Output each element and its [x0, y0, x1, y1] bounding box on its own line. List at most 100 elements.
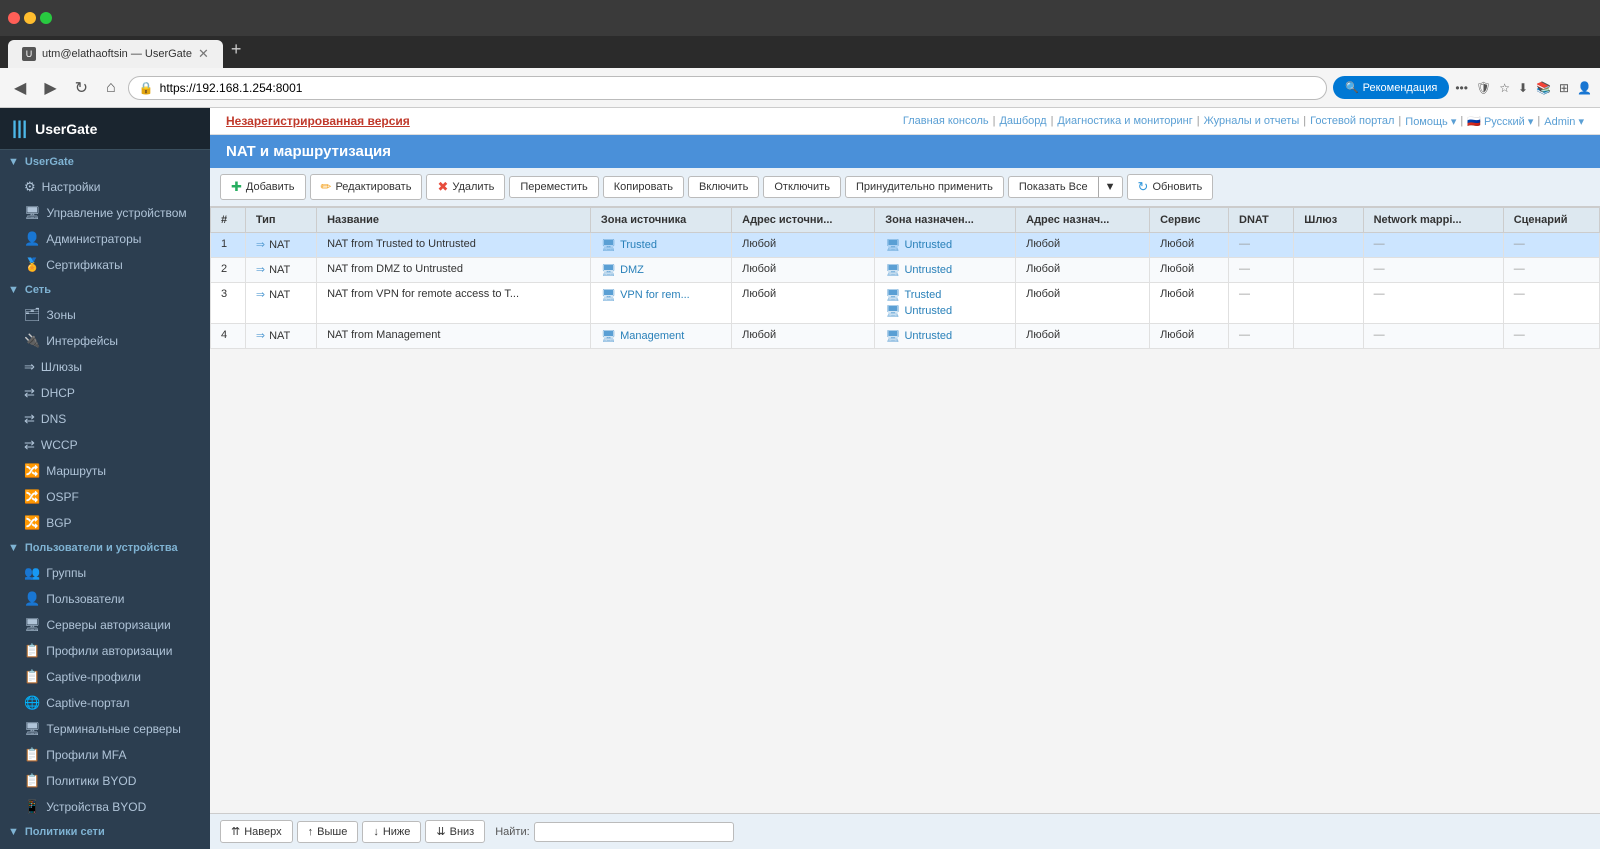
star-icon[interactable]: ☆ — [1499, 81, 1510, 95]
nav-guest-portal[interactable]: Гостевой портал — [1310, 115, 1394, 127]
mfa-icon: 📋 — [24, 747, 40, 763]
table-row[interactable]: 2 ⇒ NAT NAT from DMZ to Untrusted 🖥 DMZ — [211, 258, 1600, 283]
back-button[interactable]: ◀ — [8, 74, 32, 102]
enable-button[interactable]: Включить — [688, 176, 759, 198]
sidebar-item-mfa-profiles[interactable]: 📋 Профили MFA — [0, 742, 210, 768]
sidebar-item-byod-policies[interactable]: 📋 Политики BYOD — [0, 768, 210, 794]
cell-src-addr: Любой — [732, 258, 875, 283]
force-apply-button[interactable]: Принудительно применить — [845, 176, 1004, 198]
table-row[interactable]: 4 ⇒ NAT NAT from Management 🖥 Managemen — [211, 324, 1600, 349]
unregistered-label[interactable]: Незарегистрированная версия — [226, 114, 410, 128]
sidebar-item-ospf[interactable]: 🔀 OSPF — [0, 484, 210, 510]
sidebar-item-bgp[interactable]: 🔀 BGP — [0, 510, 210, 536]
new-tab-button[interactable]: + — [223, 35, 250, 64]
cell-src-zone: 🖥 Management — [590, 324, 731, 349]
bottom-bar: ⇈ Наверх ↑ Выше ↓ Ниже ⇊ Вниз Найти: — [210, 813, 1600, 849]
nav-down-button[interactable]: ↓ Ниже — [362, 821, 421, 843]
app-container: ||| UserGate ▼ UserGate ⚙ Настройки 🖥 Уп… — [0, 108, 1600, 849]
sidebar-item-groups[interactable]: 👥 Группы — [0, 560, 210, 586]
sidebar-item-settings[interactable]: ⚙ Настройки — [0, 174, 210, 200]
cell-service: Любой — [1150, 324, 1229, 349]
byod-pol-icon: 📋 — [24, 773, 40, 789]
sidebar-item-zones[interactable]: 🗂 Зоны — [0, 302, 210, 328]
show-all-dropdown[interactable]: Показать Все ▼ — [1008, 176, 1123, 198]
browser-chrome — [0, 0, 1600, 36]
sidebar-item-captive-profiles[interactable]: 📋 Captive-профили — [0, 664, 210, 690]
sidebar-item-gateways[interactable]: ⇒ Шлюзы — [0, 354, 210, 380]
show-all-arrow[interactable]: ▼ — [1098, 176, 1123, 198]
copy-button[interactable]: Копировать — [603, 176, 684, 198]
sidebar-group-network[interactable]: ▼ Сеть — [0, 278, 210, 302]
sidebar-item-firewall[interactable]: 🔒 Межсетевой экран — [0, 844, 210, 849]
move-button[interactable]: Переместить — [509, 176, 598, 198]
address-bar[interactable] — [160, 81, 1316, 95]
browser-toolbar-right: ••• 🛡 ☆ ⬇ 📚 ⊞ 👤 — [1455, 81, 1592, 95]
nav-diagnostics[interactable]: Диагностика и мониторинг — [1057, 115, 1192, 127]
table-row[interactable]: 3 ⇒ NAT NAT from VPN for remote access t… — [211, 283, 1600, 324]
edit-button[interactable]: ✏ Редактировать — [310, 174, 423, 200]
nav-dashboard[interactable]: Дашборд — [999, 115, 1046, 127]
more-icon[interactable]: ••• — [1455, 81, 1468, 95]
cell-type: ⇒ NAT — [245, 324, 316, 349]
disable-button[interactable]: Отключить — [763, 176, 841, 198]
recommend-button[interactable]: 🔍 Рекомендация — [1333, 76, 1449, 99]
sidebar-logo: ||| UserGate — [0, 108, 210, 150]
sidebar-item-admins[interactable]: 👤 Администраторы — [0, 226, 210, 252]
col-service: Сервис — [1150, 208, 1229, 233]
cell-scenario: — — [1503, 283, 1599, 324]
home-button[interactable]: ⌂ — [100, 75, 122, 101]
sidebar-item-routes[interactable]: 🔀 Маршруты — [0, 458, 210, 484]
cell-scenario: — — [1503, 233, 1599, 258]
sidebar-item-users[interactable]: 👤 Пользователи — [0, 586, 210, 612]
sidebar-group-network-policies[interactable]: ▼ Политики сети — [0, 820, 210, 844]
cell-dst-zone: 🖥 Untrusted — [875, 324, 1016, 349]
zone-dst-icon1: 🖥 — [885, 288, 900, 302]
nav-admin[interactable]: Admin ▾ — [1544, 115, 1584, 128]
sidebar-group-usergate[interactable]: ▼ UserGate — [0, 150, 210, 174]
sidebar-item-auth-servers[interactable]: 🖥 Серверы авторизации — [0, 612, 210, 638]
tab-close-button[interactable]: ✕ — [198, 46, 209, 62]
sidebar-item-byod-devices[interactable]: 📱 Устройства BYOD — [0, 794, 210, 820]
cell-dst-addr: Любой — [1016, 233, 1150, 258]
bgp-icon: 🔀 — [24, 515, 40, 531]
nav-bottom-button[interactable]: ⇊ Вниз — [425, 820, 485, 843]
sidebar-item-terminal-servers[interactable]: 🖥 Терминальные серверы — [0, 716, 210, 742]
sidebar-item-interfaces[interactable]: 🔌 Интерфейсы — [0, 328, 210, 354]
sidebar-item-captive-portal[interactable]: 🌐 Captive-портал — [0, 690, 210, 716]
zone-src-icon: 🖥 — [601, 238, 616, 252]
cell-dst-zone: 🖥 Untrusted — [875, 233, 1016, 258]
nav-journals[interactable]: Журналы и отчеты — [1204, 115, 1300, 127]
nav-main-console[interactable]: Главная консоль — [903, 115, 989, 127]
sidebar-item-dhcp[interactable]: ⇄ DHCP — [0, 380, 210, 406]
refresh-button[interactable]: ↻ Обновить — [1127, 174, 1214, 200]
refresh-button[interactable]: ↻ — [69, 74, 94, 102]
table-row[interactable]: 1 ⇒ NAT NAT from Trusted to Untrusted 🖥 — [211, 233, 1600, 258]
nav-lang[interactable]: 🇷🇺 Русский ▾ — [1467, 115, 1533, 128]
sidebar-item-certificates[interactable]: 🏅 Сертификаты — [0, 252, 210, 278]
nav-top-button[interactable]: ⇈ Наверх — [220, 820, 293, 843]
nav-help[interactable]: Помощь ▾ — [1405, 115, 1456, 128]
sidebar-item-device-management[interactable]: 🖥 Управление устройством — [0, 200, 210, 226]
add-button[interactable]: ✚ Добавить — [220, 174, 306, 200]
nav-up-button[interactable]: ↑ Выше — [297, 821, 359, 843]
browser-tab[interactable]: U utm@elathaoftsin — UserGate ✕ — [8, 40, 223, 68]
logo-icon: ||| — [12, 118, 27, 139]
cell-dst-zone: 🖥 Trusted 🖥 Untrusted — [875, 283, 1016, 324]
cell-scenario: — — [1503, 258, 1599, 283]
sidebar-item-wccp[interactable]: ⇄ WCCP — [0, 432, 210, 458]
sidebar-group-users[interactable]: ▼ Пользователи и устройства — [0, 536, 210, 560]
cell-dnat: — — [1229, 233, 1294, 258]
show-all-button[interactable]: Показать Все — [1008, 176, 1098, 198]
cell-network-map: — — [1363, 324, 1503, 349]
browser-tab-bar: U utm@elathaoftsin — UserGate ✕ + — [0, 36, 1600, 68]
find-input[interactable] — [534, 822, 734, 842]
sidebar-item-dns[interactable]: ⇄ DNS — [0, 406, 210, 432]
byod-dev-icon: 📱 — [24, 799, 40, 815]
sidebar-item-auth-profiles[interactable]: 📋 Профили авторизации — [0, 638, 210, 664]
recommend-icon: 🔍 — [1345, 81, 1359, 94]
delete-button[interactable]: ✖ Удалить — [426, 174, 505, 200]
forward-button[interactable]: ▶ — [38, 74, 62, 102]
cell-type: ⇒ NAT — [245, 233, 316, 258]
main-content: Незарегистрированная версия Главная конс… — [210, 108, 1600, 849]
zone-src-icon: 🖥 — [601, 288, 616, 302]
